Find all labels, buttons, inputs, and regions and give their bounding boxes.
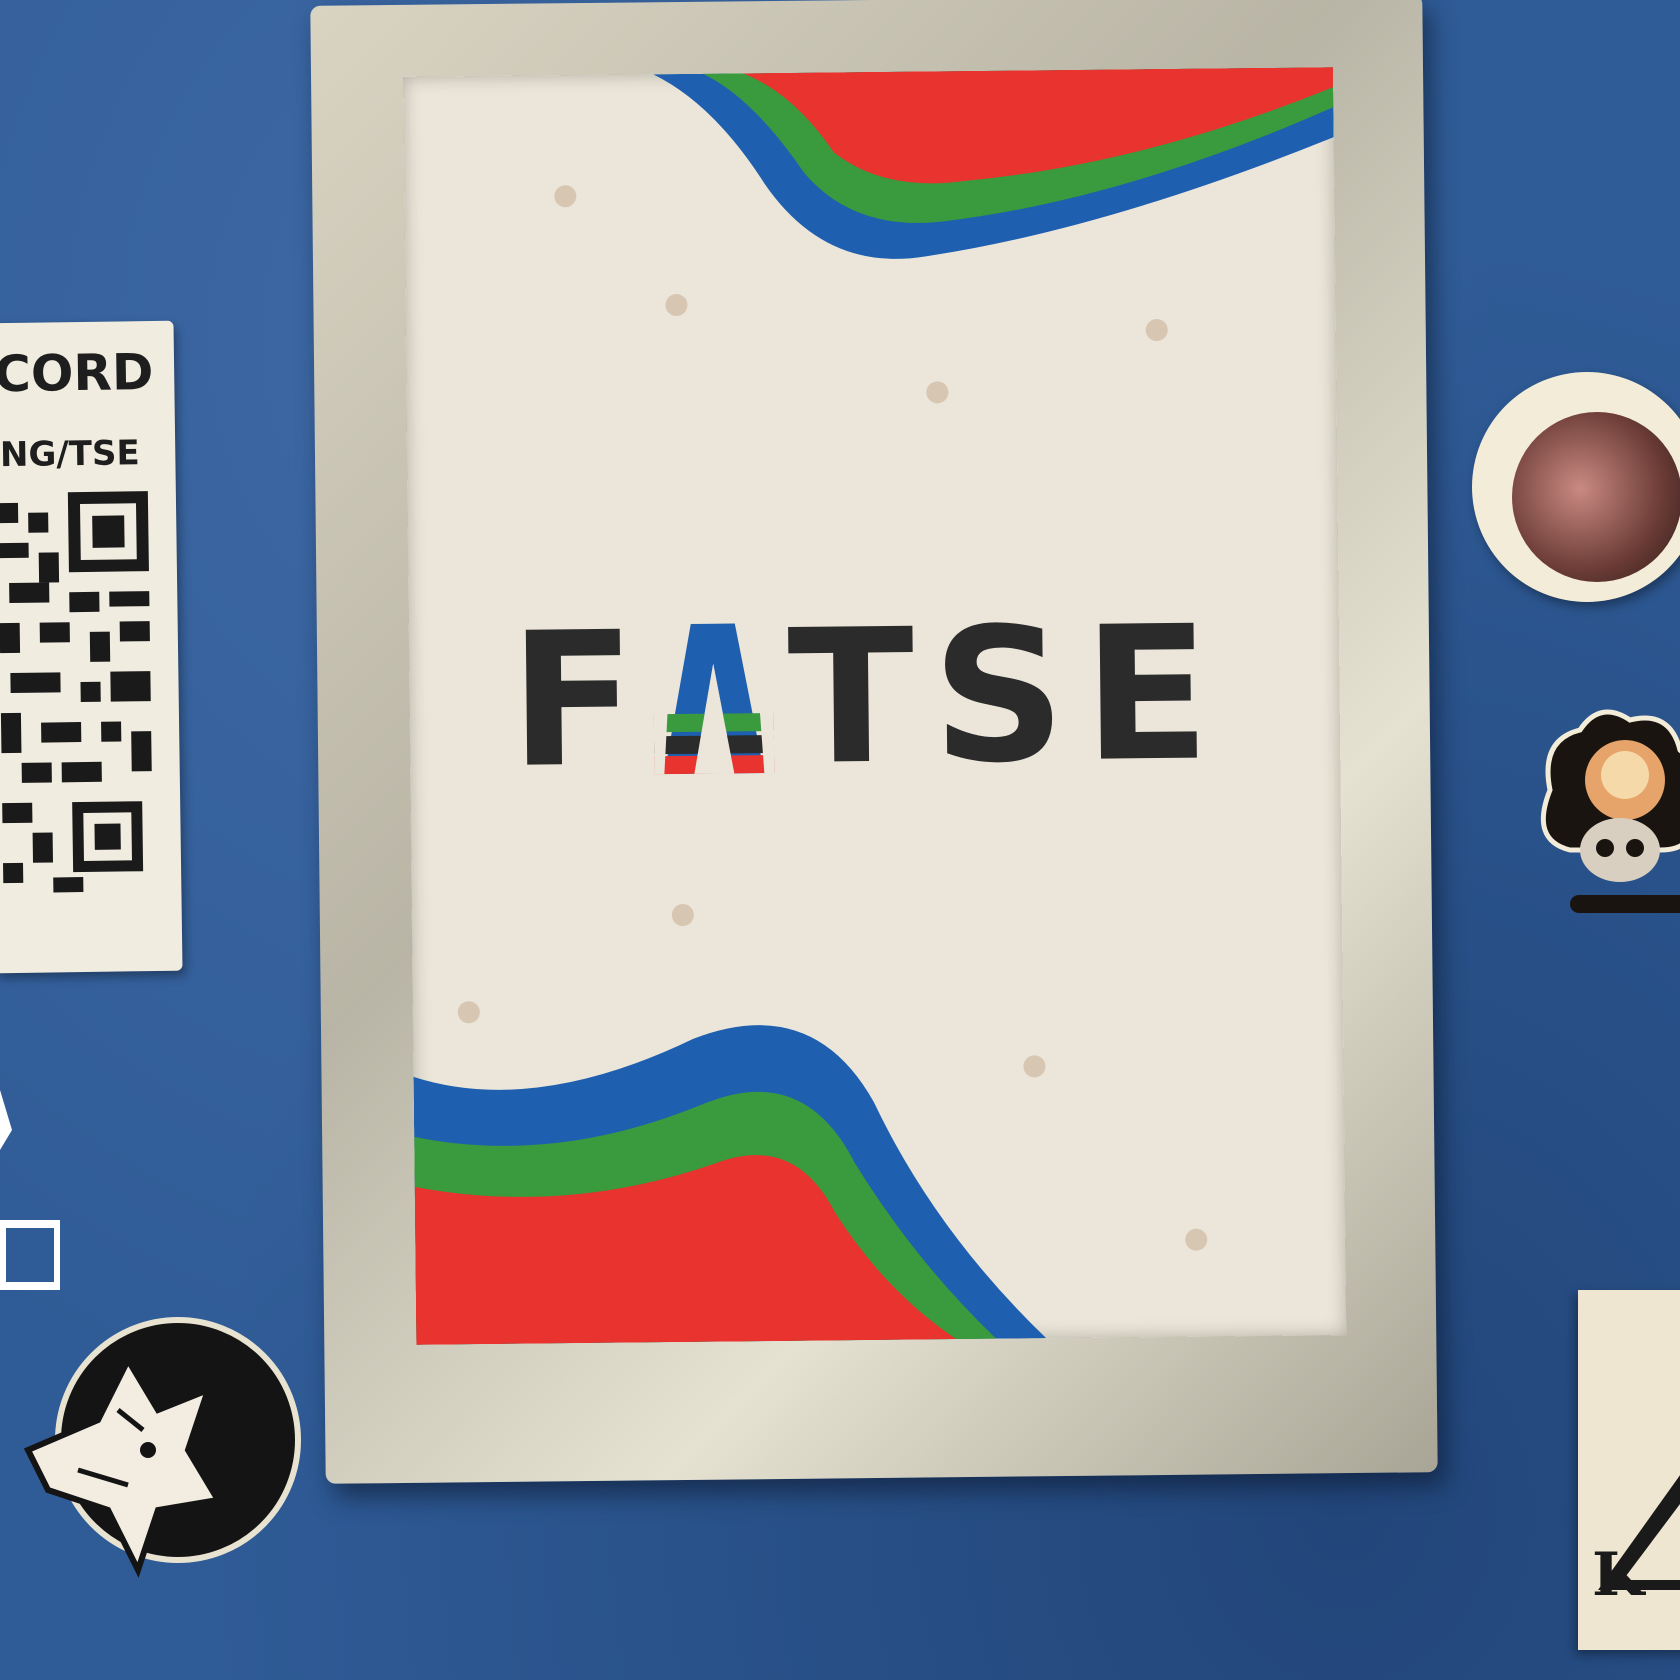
k-sticker-letter: K bbox=[1592, 1540, 1645, 1610]
picture-frame: F T S E bbox=[310, 0, 1438, 1484]
k-logo-sticker: K bbox=[1578, 1290, 1680, 1650]
paper-speck bbox=[457, 1001, 480, 1024]
qr-sticker-line-2: ING/TSE bbox=[0, 433, 140, 476]
paper-speck bbox=[671, 903, 694, 927]
qr-code-sticker: CORD ING/TSE bbox=[0, 320, 183, 974]
paper-speck bbox=[1145, 318, 1168, 342]
paper-speck bbox=[1185, 1228, 1208, 1251]
logo-letter-a-rainbow bbox=[654, 623, 775, 775]
paper-speck bbox=[665, 293, 688, 317]
logo-letter-e: E bbox=[1082, 585, 1215, 803]
paper-speck bbox=[926, 381, 949, 404]
wolf-sticker bbox=[23, 1317, 301, 1578]
fatse-poster: F T S E bbox=[403, 67, 1347, 1345]
skull-explosion-sticker bbox=[1540, 709, 1680, 913]
paper-speck bbox=[554, 185, 577, 208]
partial-sticker-left bbox=[0, 1090, 60, 1290]
logo-letter-t: T bbox=[786, 588, 920, 806]
paper-speck bbox=[1023, 1055, 1046, 1078]
portrait-image bbox=[1512, 412, 1680, 582]
qr-sticker-line-1: CORD bbox=[0, 343, 154, 404]
qr-code-icon bbox=[0, 480, 164, 904]
logo-letter-f: F bbox=[508, 591, 642, 809]
logo-letter-s: S bbox=[931, 586, 1071, 805]
fatse-logo: F T S E bbox=[508, 585, 1231, 809]
